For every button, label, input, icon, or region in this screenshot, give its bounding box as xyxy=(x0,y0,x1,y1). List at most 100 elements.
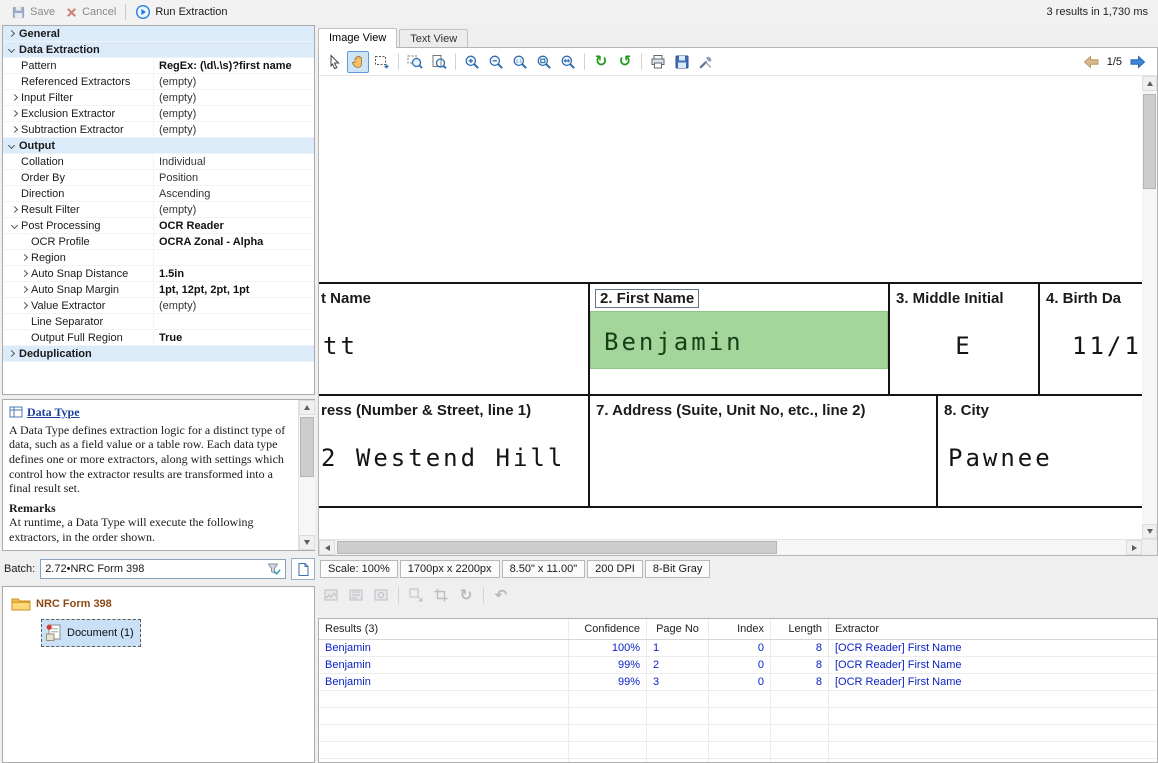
run-extraction-button[interactable]: Run Extraction xyxy=(130,2,232,22)
chevron-right-icon[interactable] xyxy=(8,30,15,37)
form-label: 8. City xyxy=(944,402,989,419)
help-remarks-body: At runtime, a Data Type will execute the… xyxy=(9,515,292,544)
zoom-region-icon[interactable] xyxy=(404,51,426,73)
prev-page-icon[interactable] xyxy=(1080,51,1102,73)
pg-row-result-filter[interactable]: Result Filter (empty) xyxy=(3,202,314,218)
pan-tool-icon[interactable] xyxy=(347,51,369,73)
chevron-right-icon[interactable] xyxy=(11,110,18,117)
pg-row-order-by[interactable]: Order By Position xyxy=(3,170,314,186)
form-label: 7. Address (Suite, Unit No, etc., line 2… xyxy=(596,402,866,419)
zoom-in-icon[interactable] xyxy=(461,51,483,73)
pg-row-exclusion-extractor[interactable]: Exclusion Extractor (empty) xyxy=(3,106,314,122)
save-view-icon[interactable] xyxy=(671,51,693,73)
zoom-fit-icon[interactable] xyxy=(533,51,555,73)
pg-row-auto-snap-margin[interactable]: Auto Snap Margin 1pt, 12pt, 2pt, 1pt xyxy=(3,282,314,298)
pg-row-output-full-region[interactable]: Output Full Region True xyxy=(3,330,314,346)
chevron-right-icon[interactable] xyxy=(21,302,28,309)
pg-category-deduplication[interactable]: Deduplication xyxy=(3,346,314,362)
pg-row-auto-snap-distance[interactable]: Auto Snap Distance 1.5in xyxy=(3,266,314,282)
chevron-right-icon[interactable] xyxy=(8,350,15,357)
chevron-down-icon[interactable] xyxy=(8,142,15,149)
help-scrollbar[interactable] xyxy=(298,400,314,550)
tree-node-batch[interactable]: NRC Form 398 xyxy=(7,593,310,615)
tab-text-view[interactable]: Text View xyxy=(399,29,468,48)
zoom-out-icon[interactable] xyxy=(485,51,507,73)
resize-icon[interactable] xyxy=(405,584,427,606)
pg-row-line-separator[interactable]: Line Separator xyxy=(3,314,314,330)
result-row[interactable]: Benjamin 100% 1 0 8 [OCR Reader] First N… xyxy=(319,640,1157,657)
col-results[interactable]: Results (3) xyxy=(319,619,569,639)
batch-value: 2.72•NRC Form 398 xyxy=(45,563,263,575)
zoom-page-icon[interactable] xyxy=(428,51,450,73)
region-select-icon[interactable] xyxy=(371,51,393,73)
col-length[interactable]: Length xyxy=(771,619,829,639)
rotate-icon[interactable]: ↻ xyxy=(455,584,477,606)
pg-row-input-filter[interactable]: Input Filter (empty) xyxy=(3,90,314,106)
chevron-right-icon[interactable] xyxy=(21,254,28,261)
chevron-right-icon[interactable] xyxy=(21,270,28,277)
select-tool-icon[interactable] xyxy=(323,51,345,73)
print-icon[interactable] xyxy=(647,51,669,73)
image-enhance-icon[interactable] xyxy=(345,584,367,606)
form-value: tt xyxy=(323,332,358,360)
tools-icon[interactable] xyxy=(695,51,717,73)
pg-row-subtraction-extractor[interactable]: Subtraction Extractor (empty) xyxy=(3,122,314,138)
data-type-link[interactable]: Data Type xyxy=(27,405,80,420)
result-row[interactable]: Benjamin 99% 2 0 8 [OCR Reader] First Na… xyxy=(319,657,1157,674)
image-horizontal-scrollbar[interactable] xyxy=(319,539,1157,555)
scanned-page-canvas[interactable]: t Name tt 2. First Name Benjamin 3. Midd… xyxy=(319,76,1142,539)
pg-category-general[interactable]: General xyxy=(3,26,314,42)
result-row[interactable]: Benjamin 99% 3 0 8 [OCR Reader] First Na… xyxy=(319,674,1157,691)
pg-row-post-processing[interactable]: Post Processing OCR Reader xyxy=(3,218,314,234)
batch-selector[interactable]: 2.72•NRC Form 398 xyxy=(40,559,286,579)
form-label-selected[interactable]: 2. First Name xyxy=(595,289,699,308)
image-viewer: 1:1 ↻ ↺ 1/5 t Name xyxy=(318,47,1158,556)
pg-row-collation[interactable]: Collation Individual xyxy=(3,154,314,170)
scroll-left-icon[interactable] xyxy=(319,540,335,555)
image-filter-icon[interactable] xyxy=(370,584,392,606)
refresh-icon[interactable]: ↻ xyxy=(590,51,612,73)
chevron-right-icon[interactable] xyxy=(11,206,18,213)
chevron-down-icon[interactable] xyxy=(11,222,18,229)
scroll-right-icon[interactable] xyxy=(1126,540,1142,555)
chevron-right-icon[interactable] xyxy=(11,94,18,101)
scroll-up-icon[interactable] xyxy=(299,400,315,415)
pg-category-data-extraction[interactable]: Data Extraction xyxy=(3,42,314,58)
pg-row-value-extractor[interactable]: Value Extractor (empty) xyxy=(3,298,314,314)
col-extractor[interactable]: Extractor xyxy=(829,619,1157,639)
undo-icon[interactable]: ↶ xyxy=(490,584,512,606)
reload-icon[interactable]: ↺ xyxy=(614,51,636,73)
results-panel: Results (3) Confidence Page No Index Len… xyxy=(318,618,1158,763)
pg-row-referenced-extractors[interactable]: Referenced Extractors (empty) xyxy=(3,74,314,90)
pg-row-ocr-profile[interactable]: OCR Profile OCRA Zonal - Alpha xyxy=(3,234,314,250)
view-document-button[interactable] xyxy=(291,558,315,580)
image-vertical-scrollbar[interactable] xyxy=(1142,76,1157,539)
pg-row-region[interactable]: Region xyxy=(3,250,314,266)
zoom-actual-icon[interactable]: 1:1 xyxy=(509,51,531,73)
tree-node-document[interactable]: Document (1) xyxy=(41,619,141,647)
col-page-no[interactable]: Page No xyxy=(647,619,709,639)
image-adjust-icon[interactable] xyxy=(320,584,342,606)
chevron-down-icon[interactable] xyxy=(8,46,15,53)
chevron-right-icon[interactable] xyxy=(21,286,28,293)
chevron-right-icon[interactable] xyxy=(11,126,18,133)
tab-image-view[interactable]: Image View xyxy=(318,28,397,48)
col-confidence[interactable]: Confidence xyxy=(569,619,647,639)
filter-check-icon[interactable] xyxy=(267,562,281,576)
pg-row-pattern[interactable]: Pattern RegEx: (\d\.\s)?first name xyxy=(3,58,314,74)
scroll-down-icon[interactable] xyxy=(1142,524,1157,539)
crop-icon[interactable] xyxy=(430,584,452,606)
cancel-button[interactable]: Cancel xyxy=(60,4,121,21)
scroll-up-icon[interactable] xyxy=(1142,76,1157,91)
col-index[interactable]: Index xyxy=(709,619,771,639)
status-size: 8.50" x 11.00" xyxy=(502,560,586,578)
save-button[interactable]: Save xyxy=(6,3,60,22)
pg-category-output[interactable]: Output xyxy=(3,138,314,154)
zoom-width-icon[interactable] xyxy=(557,51,579,73)
folder-icon xyxy=(11,596,31,612)
next-page-icon[interactable] xyxy=(1127,51,1149,73)
status-pixels: 1700px x 2200px xyxy=(400,560,500,578)
status-dpi: 200 DPI xyxy=(587,560,643,578)
scroll-down-icon[interactable] xyxy=(299,535,315,550)
pg-row-direction[interactable]: Direction Ascending xyxy=(3,186,314,202)
